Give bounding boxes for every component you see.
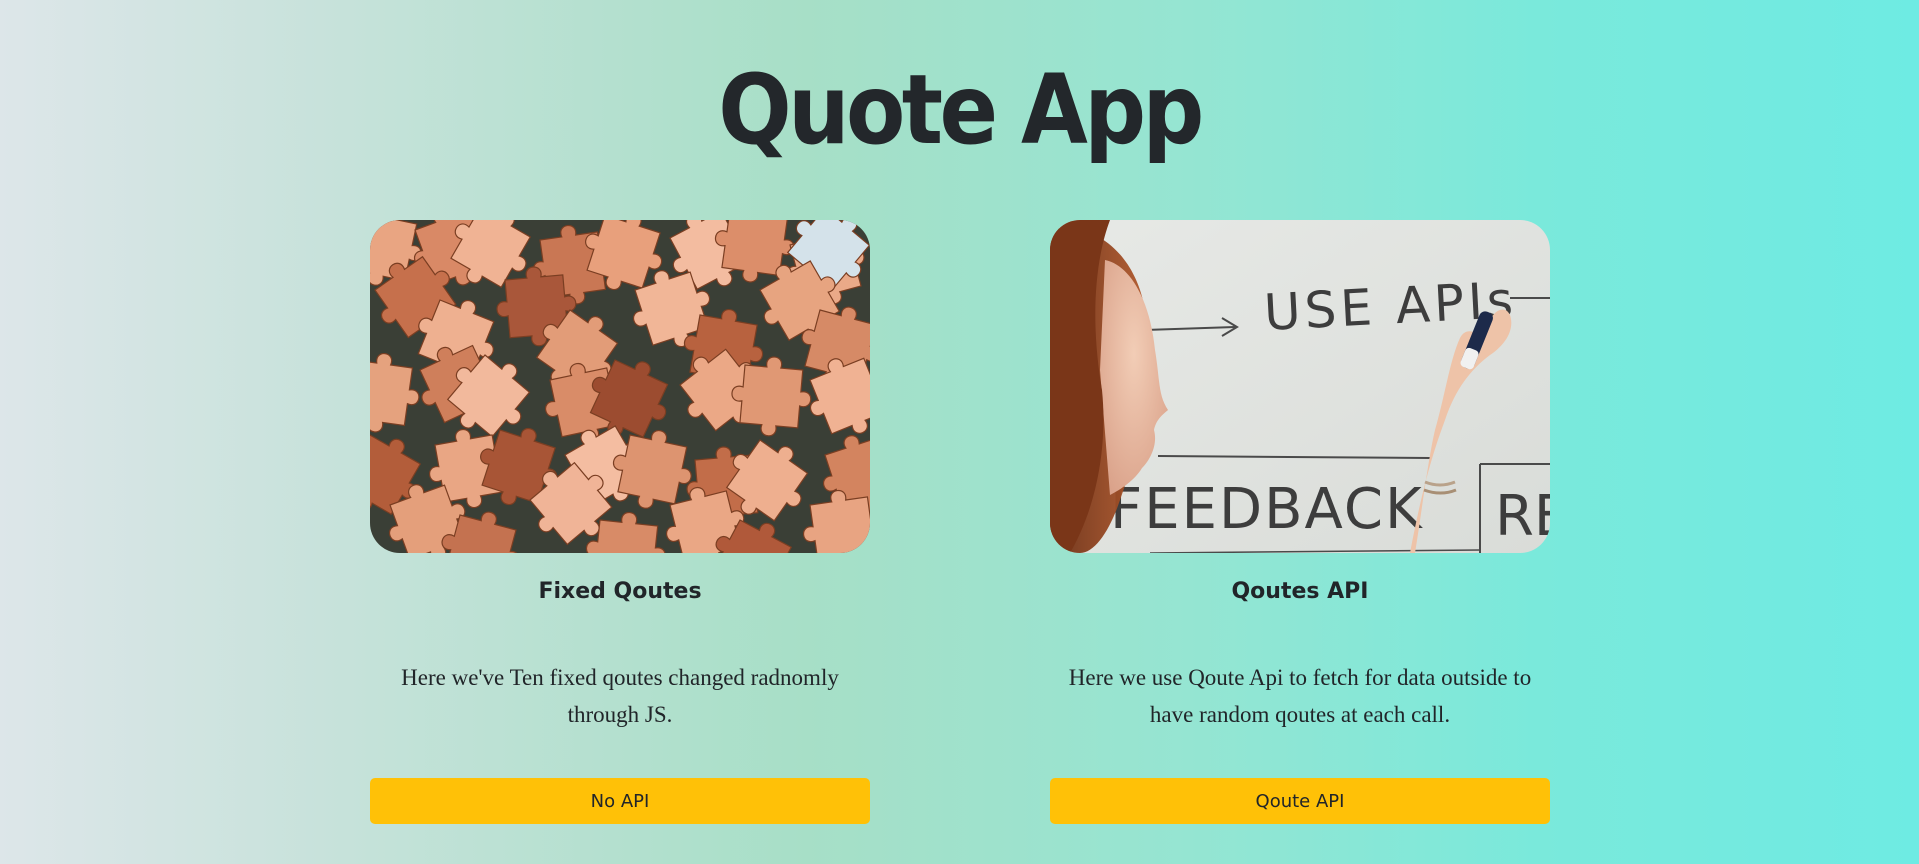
puzzle-image	[370, 220, 870, 553]
quote-api-button[interactable]: Qoute API	[1050, 778, 1550, 824]
quotes-api-card: USE APIs FEEDBACK RE Qoutes API Here we …	[1050, 220, 1550, 824]
whiteboard-text-bottom: FEEDBACK	[1110, 477, 1424, 542]
card-title: Fixed Qoutes	[538, 579, 702, 604]
card-title: Qoutes API	[1231, 579, 1369, 604]
page-title: Quote App	[718, 54, 1204, 166]
whiteboard-text-corner: RE	[1495, 484, 1550, 549]
card-description: Here we've Ten fixed qoutes changed radn…	[401, 665, 839, 727]
card-description: Here we use Qoute Api to fetch for data …	[1068, 665, 1532, 727]
whiteboard-image: USE APIs FEEDBACK RE	[1050, 220, 1550, 553]
no-api-button[interactable]: No API	[370, 778, 870, 824]
fixed-quotes-card: Fixed Qoutes Here we've Ten fixed qoutes…	[370, 220, 870, 824]
